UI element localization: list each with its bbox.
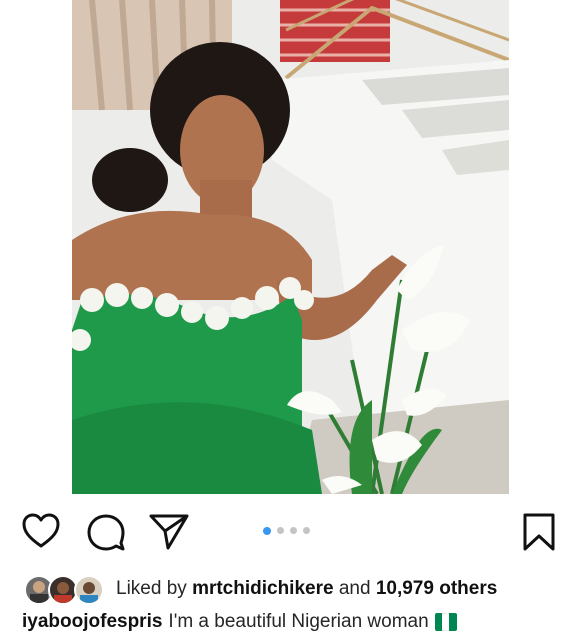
post-photo[interactable] xyxy=(72,0,509,494)
likes-summary: Liked by mrtchidichikere and 10,979 othe… xyxy=(116,578,497,600)
carousel-dot-active xyxy=(263,526,271,535)
carousel-dot xyxy=(277,527,284,534)
nigeria-flag-icon xyxy=(434,613,457,631)
likes-joiner: and xyxy=(338,578,371,599)
liker-username-link[interactable]: mrtchidichikere xyxy=(192,578,334,599)
paper-plane-icon[interactable] xyxy=(148,512,190,552)
avatar[interactable] xyxy=(74,575,104,605)
carousel-indicator xyxy=(263,526,310,535)
caption-username-link[interactable]: iyaboojofespris xyxy=(22,611,162,633)
action-bar xyxy=(0,498,581,560)
liker-avatars[interactable] xyxy=(24,573,110,605)
likes-prefix: Liked by xyxy=(116,578,187,599)
bookmark-outline-icon[interactable] xyxy=(521,512,557,552)
likes-count-link[interactable]: 10,979 others xyxy=(376,578,497,599)
caption: iyaboojofespris I'm a beautiful Nigerian… xyxy=(22,611,457,633)
caption-text: I'm a beautiful Nigerian woman xyxy=(168,611,429,632)
carousel-dot xyxy=(303,527,310,534)
comment-bubble-icon[interactable] xyxy=(86,512,126,552)
likes-row: Liked by mrtchidichikere and 10,979 othe… xyxy=(24,572,497,606)
post-image xyxy=(72,0,509,494)
heart-outline-icon[interactable] xyxy=(22,512,60,550)
carousel-dot xyxy=(290,527,297,534)
